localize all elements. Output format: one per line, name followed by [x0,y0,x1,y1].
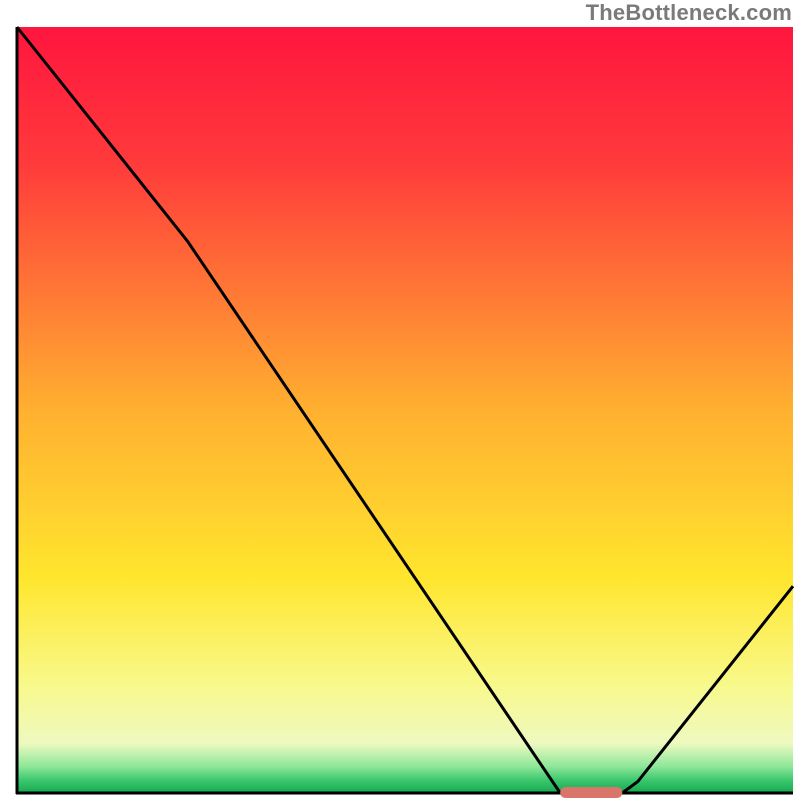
plot-background [17,27,793,793]
bottleneck-chart [0,0,800,800]
chart-stage: TheBottleneck.com [0,0,800,800]
watermark-label: TheBottleneck.com [586,0,792,26]
optimal-range-marker [560,787,622,798]
